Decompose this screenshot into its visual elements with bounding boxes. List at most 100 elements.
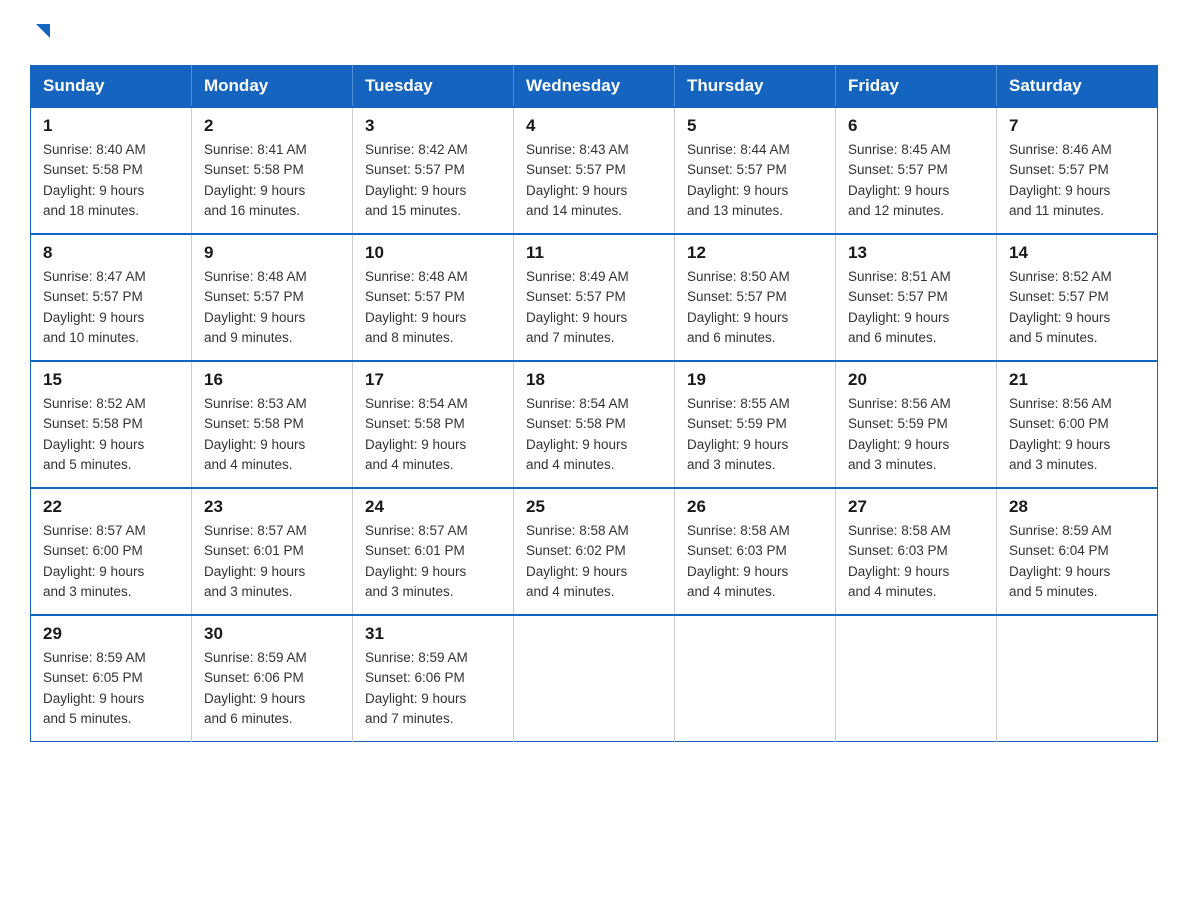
sunrise-text: Sunrise: 8:53 AM [204, 394, 340, 414]
day-info: Sunrise: 8:45 AM Sunset: 5:57 PM Dayligh… [848, 140, 984, 221]
calendar-cell: 19 Sunrise: 8:55 AM Sunset: 5:59 PM Dayl… [675, 361, 836, 488]
daylight-minutes: and 5 minutes. [43, 709, 179, 729]
day-info: Sunrise: 8:52 AM Sunset: 5:58 PM Dayligh… [43, 394, 179, 475]
sunset-text: Sunset: 6:03 PM [848, 541, 984, 561]
sunrise-text: Sunrise: 8:54 AM [365, 394, 501, 414]
day-info: Sunrise: 8:58 AM Sunset: 6:03 PM Dayligh… [848, 521, 984, 602]
daylight-text: Daylight: 9 hours [365, 181, 501, 201]
sunset-text: Sunset: 5:58 PM [43, 160, 179, 180]
sunrise-text: Sunrise: 8:47 AM [43, 267, 179, 287]
day-info: Sunrise: 8:43 AM Sunset: 5:57 PM Dayligh… [526, 140, 662, 221]
daylight-text: Daylight: 9 hours [848, 181, 984, 201]
day-info: Sunrise: 8:42 AM Sunset: 5:57 PM Dayligh… [365, 140, 501, 221]
calendar-body: 1 Sunrise: 8:40 AM Sunset: 5:58 PM Dayli… [31, 107, 1158, 742]
daylight-text: Daylight: 9 hours [848, 435, 984, 455]
daylight-text: Daylight: 9 hours [204, 308, 340, 328]
day-number: 7 [1009, 116, 1145, 136]
day-info: Sunrise: 8:49 AM Sunset: 5:57 PM Dayligh… [526, 267, 662, 348]
daylight-text: Daylight: 9 hours [204, 562, 340, 582]
day-number: 2 [204, 116, 340, 136]
sunrise-text: Sunrise: 8:56 AM [848, 394, 984, 414]
calendar-cell: 22 Sunrise: 8:57 AM Sunset: 6:00 PM Dayl… [31, 488, 192, 615]
day-info: Sunrise: 8:56 AM Sunset: 6:00 PM Dayligh… [1009, 394, 1145, 475]
sunset-text: Sunset: 5:58 PM [526, 414, 662, 434]
daylight-text: Daylight: 9 hours [43, 689, 179, 709]
calendar-cell: 11 Sunrise: 8:49 AM Sunset: 5:57 PM Dayl… [514, 234, 675, 361]
daylight-text: Daylight: 9 hours [43, 308, 179, 328]
calendar-cell: 28 Sunrise: 8:59 AM Sunset: 6:04 PM Dayl… [997, 488, 1158, 615]
sunrise-text: Sunrise: 8:59 AM [204, 648, 340, 668]
sunset-text: Sunset: 5:58 PM [204, 414, 340, 434]
day-number: 11 [526, 243, 662, 263]
daylight-text: Daylight: 9 hours [43, 181, 179, 201]
logo-arrow-icon [32, 20, 54, 47]
daylight-minutes: and 7 minutes. [526, 328, 662, 348]
daylight-text: Daylight: 9 hours [204, 435, 340, 455]
sunset-text: Sunset: 5:57 PM [848, 287, 984, 307]
day-info: Sunrise: 8:58 AM Sunset: 6:02 PM Dayligh… [526, 521, 662, 602]
sunrise-text: Sunrise: 8:54 AM [526, 394, 662, 414]
day-number: 27 [848, 497, 984, 517]
calendar-cell: 15 Sunrise: 8:52 AM Sunset: 5:58 PM Dayl… [31, 361, 192, 488]
day-of-week-friday: Friday [836, 66, 997, 108]
day-info: Sunrise: 8:48 AM Sunset: 5:57 PM Dayligh… [204, 267, 340, 348]
calendar-cell: 27 Sunrise: 8:58 AM Sunset: 6:03 PM Dayl… [836, 488, 997, 615]
day-number: 18 [526, 370, 662, 390]
calendar-cell: 21 Sunrise: 8:56 AM Sunset: 6:00 PM Dayl… [997, 361, 1158, 488]
calendar-cell: 16 Sunrise: 8:53 AM Sunset: 5:58 PM Dayl… [192, 361, 353, 488]
daylight-minutes: and 3 minutes. [1009, 455, 1145, 475]
calendar-cell: 25 Sunrise: 8:58 AM Sunset: 6:02 PM Dayl… [514, 488, 675, 615]
sunrise-text: Sunrise: 8:56 AM [1009, 394, 1145, 414]
sunset-text: Sunset: 5:58 PM [365, 414, 501, 434]
day-number: 25 [526, 497, 662, 517]
calendar-cell: 20 Sunrise: 8:56 AM Sunset: 5:59 PM Dayl… [836, 361, 997, 488]
day-info: Sunrise: 8:40 AM Sunset: 5:58 PM Dayligh… [43, 140, 179, 221]
day-number: 5 [687, 116, 823, 136]
daylight-text: Daylight: 9 hours [687, 308, 823, 328]
calendar-table: SundayMondayTuesdayWednesdayThursdayFrid… [30, 65, 1158, 742]
daylight-minutes: and 16 minutes. [204, 201, 340, 221]
day-number: 22 [43, 497, 179, 517]
day-of-week-sunday: Sunday [31, 66, 192, 108]
sunset-text: Sunset: 5:57 PM [526, 287, 662, 307]
daylight-minutes: and 11 minutes. [1009, 201, 1145, 221]
day-of-week-tuesday: Tuesday [353, 66, 514, 108]
daylight-minutes: and 15 minutes. [365, 201, 501, 221]
day-info: Sunrise: 8:58 AM Sunset: 6:03 PM Dayligh… [687, 521, 823, 602]
calendar-cell: 23 Sunrise: 8:57 AM Sunset: 6:01 PM Dayl… [192, 488, 353, 615]
sunset-text: Sunset: 5:57 PM [204, 287, 340, 307]
day-of-week-wednesday: Wednesday [514, 66, 675, 108]
calendar-cell [675, 615, 836, 742]
calendar-cell: 5 Sunrise: 8:44 AM Sunset: 5:57 PM Dayli… [675, 107, 836, 234]
sunrise-text: Sunrise: 8:49 AM [526, 267, 662, 287]
daylight-minutes: and 4 minutes. [204, 455, 340, 475]
sunset-text: Sunset: 6:01 PM [365, 541, 501, 561]
daylight-minutes: and 8 minutes. [365, 328, 501, 348]
sunset-text: Sunset: 6:01 PM [204, 541, 340, 561]
week-row-1: 1 Sunrise: 8:40 AM Sunset: 5:58 PM Dayli… [31, 107, 1158, 234]
day-info: Sunrise: 8:48 AM Sunset: 5:57 PM Dayligh… [365, 267, 501, 348]
daylight-text: Daylight: 9 hours [848, 308, 984, 328]
day-number: 6 [848, 116, 984, 136]
daylight-minutes: and 3 minutes. [204, 582, 340, 602]
day-number: 8 [43, 243, 179, 263]
daylight-text: Daylight: 9 hours [365, 562, 501, 582]
sunset-text: Sunset: 5:59 PM [687, 414, 823, 434]
sunrise-text: Sunrise: 8:58 AM [848, 521, 984, 541]
daylight-text: Daylight: 9 hours [687, 562, 823, 582]
sunset-text: Sunset: 6:04 PM [1009, 541, 1145, 561]
sunset-text: Sunset: 6:00 PM [43, 541, 179, 561]
sunrise-text: Sunrise: 8:48 AM [365, 267, 501, 287]
logo [30, 20, 54, 47]
sunrise-text: Sunrise: 8:59 AM [365, 648, 501, 668]
day-info: Sunrise: 8:44 AM Sunset: 5:57 PM Dayligh… [687, 140, 823, 221]
day-info: Sunrise: 8:54 AM Sunset: 5:58 PM Dayligh… [365, 394, 501, 475]
daylight-minutes: and 14 minutes. [526, 201, 662, 221]
calendar-cell: 10 Sunrise: 8:48 AM Sunset: 5:57 PM Dayl… [353, 234, 514, 361]
calendar-cell: 30 Sunrise: 8:59 AM Sunset: 6:06 PM Dayl… [192, 615, 353, 742]
day-info: Sunrise: 8:53 AM Sunset: 5:58 PM Dayligh… [204, 394, 340, 475]
calendar-cell: 4 Sunrise: 8:43 AM Sunset: 5:57 PM Dayli… [514, 107, 675, 234]
daylight-text: Daylight: 9 hours [365, 308, 501, 328]
daylight-text: Daylight: 9 hours [526, 562, 662, 582]
daylight-minutes: and 13 minutes. [687, 201, 823, 221]
